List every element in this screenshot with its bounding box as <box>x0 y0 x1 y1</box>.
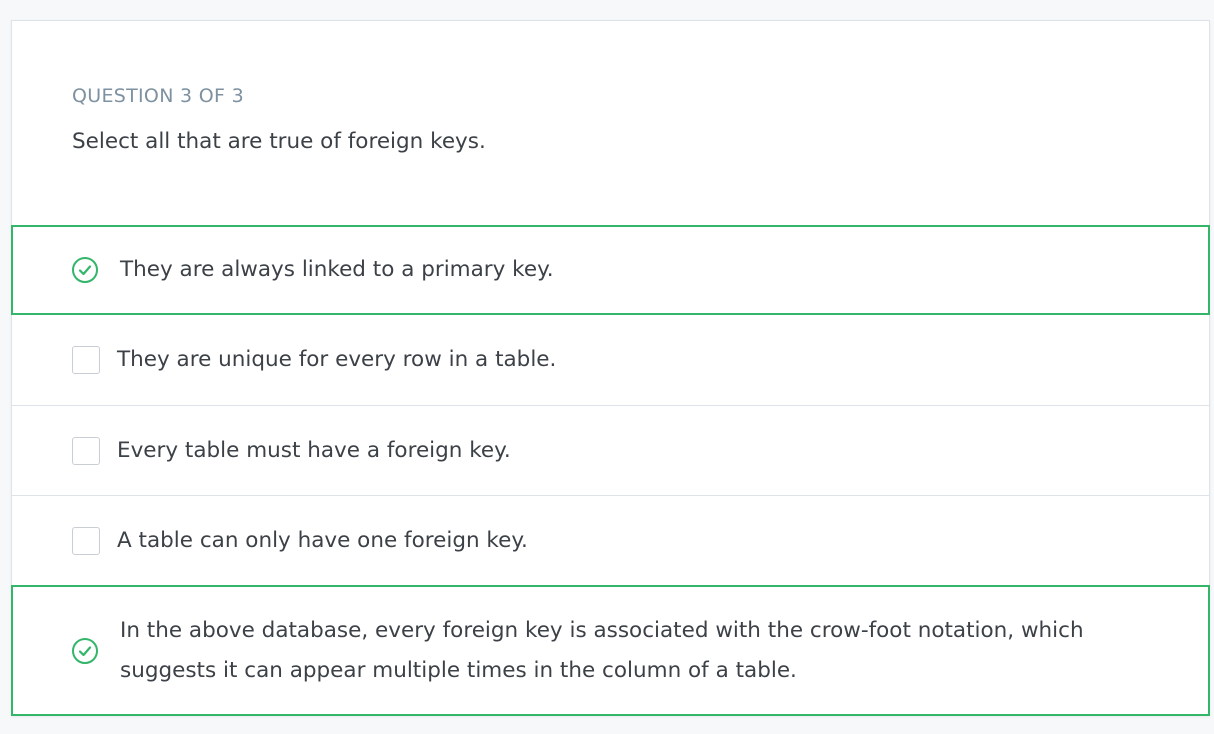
answer-option-label: They are always linked to a primary key. <box>120 257 554 282</box>
answer-option-1[interactable]: They are always linked to a primary key. <box>11 225 1210 315</box>
question-header: QUESTION 3 OF 3 Select all that are true… <box>12 21 1209 225</box>
question-prompt: Select all that are true of foreign keys… <box>72 129 486 154</box>
answer-option-label: A table can only have one foreign key. <box>117 527 528 553</box>
answer-checkbox[interactable] <box>72 346 100 374</box>
check-circle-icon <box>72 637 98 664</box>
answer-option-3[interactable]: Every table must have a foreign key. <box>12 405 1209 495</box>
check-circle-icon <box>72 257 98 283</box>
answer-checkbox[interactable] <box>72 526 100 555</box>
answer-option-2[interactable]: They are unique for every row in a table… <box>12 315 1209 405</box>
answer-option-5[interactable]: In the above database, every foreign key… <box>11 585 1210 716</box>
quiz-card: QUESTION 3 OF 3 Select all that are true… <box>11 20 1210 716</box>
question-counter: QUESTION 3 OF 3 <box>72 85 244 107</box>
answer-checkbox[interactable] <box>72 436 100 465</box>
answer-option-label: They are unique for every row in a table… <box>117 347 557 372</box>
answer-option-label: Every table must have a foreign key. <box>117 437 511 463</box>
answer-option-4[interactable]: A table can only have one foreign key. <box>12 495 1209 585</box>
answer-option-label: In the above database, every foreign key… <box>120 617 1084 683</box>
